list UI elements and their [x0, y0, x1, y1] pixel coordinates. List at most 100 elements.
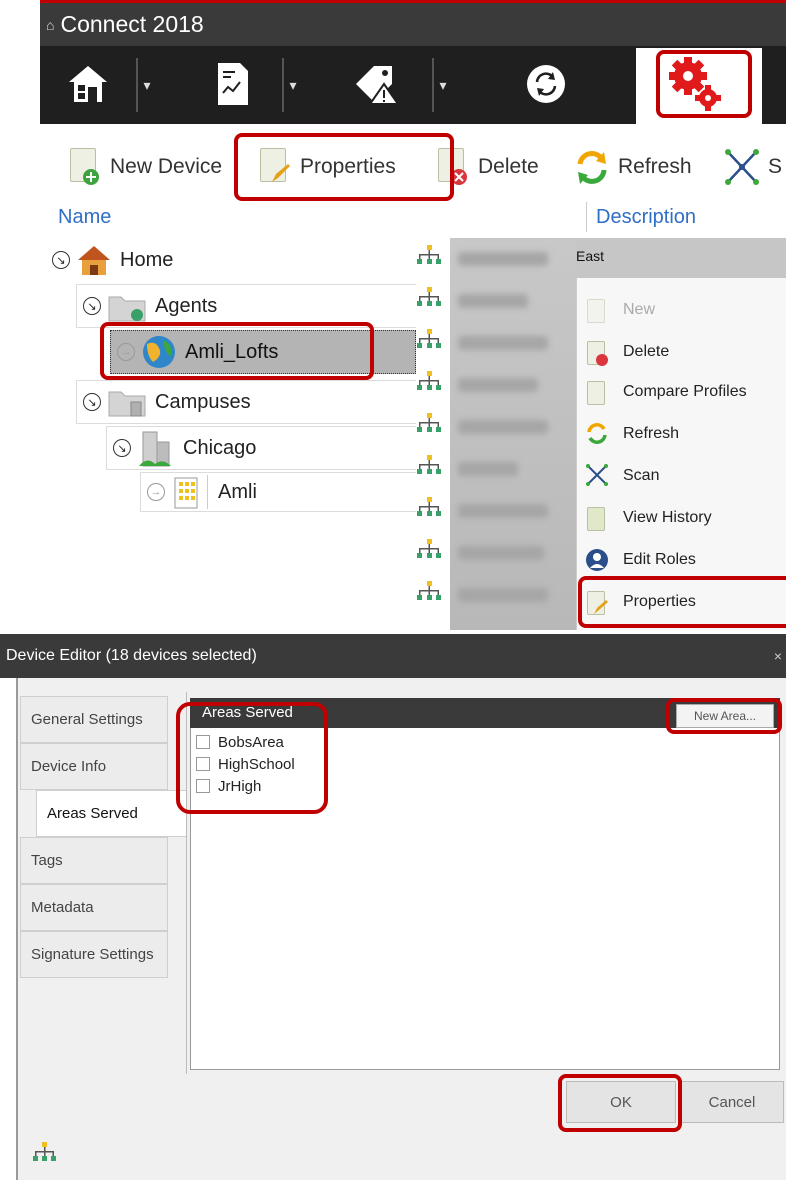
dialog-title: Device Editor (18 devices selected) — [6, 647, 257, 664]
expand-icon[interactable]: → — [147, 483, 165, 501]
home-folder-icon — [78, 246, 110, 275]
tree-node-amli[interactable]: → Amli — [140, 472, 416, 512]
close-icon[interactable]: × — [774, 648, 782, 664]
tab-tags[interactable]: Tags — [20, 837, 168, 884]
area-item-jrhigh[interactable]: JrHigh — [196, 775, 261, 797]
cancel-button[interactable]: Cancel — [680, 1081, 784, 1123]
device-management-tab[interactable] — [636, 48, 762, 124]
folder-icon — [108, 296, 146, 322]
tab-signature-settings[interactable]: Signature Settings — [20, 931, 168, 978]
new-device-button[interactable]: New Device — [66, 144, 222, 190]
description-east: East — [576, 248, 605, 264]
properties-icon — [256, 146, 292, 188]
home-icon — [69, 66, 107, 102]
tree-node-home[interactable]: ↘ Home — [46, 238, 416, 282]
device-network-icon — [417, 455, 441, 474]
collapse-icon[interactable]: ↘ — [83, 393, 101, 411]
tab-areas-served[interactable]: Areas Served — [36, 790, 186, 837]
tree-node-chicago[interactable]: ↘ Chicago — [106, 426, 416, 470]
context-menu: New Delete Compare Profiles Refresh Scan… — [576, 278, 786, 630]
expand-icon[interactable]: → — [117, 343, 135, 361]
app-logo-icon: ⌂ — [46, 16, 55, 33]
scan-button[interactable]: S — [724, 144, 782, 190]
delete-label: Delete — [478, 155, 539, 178]
description-cell: East — [576, 238, 786, 278]
area-item-highschool[interactable]: HighSchool — [196, 753, 295, 775]
device-network-icon — [417, 245, 441, 264]
tree-label-amli-lofts: Amli_Lofts — [185, 340, 279, 363]
refresh-icon — [574, 146, 610, 188]
area-item-bobsarea[interactable]: BobsArea — [196, 731, 284, 753]
menu-item-compare-profiles[interactable]: Compare Profiles — [577, 372, 786, 412]
app-title: Connect 2018 — [60, 11, 204, 37]
tab-device-info[interactable]: Device Info — [20, 743, 168, 790]
delete-icon — [434, 146, 470, 188]
sync-nav-button[interactable] — [518, 56, 574, 112]
name-column-header[interactable]: Name — [58, 206, 111, 229]
refresh-label: Refresh — [618, 155, 692, 178]
alarms-dropdown-caret[interactable]: ▾ — [432, 58, 452, 112]
scan-icon — [585, 463, 608, 489]
menu-item-delete[interactable]: Delete — [577, 332, 786, 372]
scan-label: S — [768, 155, 783, 178]
new-area-button[interactable]: New Area... — [676, 704, 774, 728]
device-name-column-blurred — [450, 238, 576, 630]
app-titlebar: ⌂ Connect 2018 — [40, 0, 786, 46]
delete-button[interactable]: Delete — [434, 144, 539, 190]
device-network-icon — [417, 329, 441, 348]
menu-item-edit-roles[interactable]: Edit Roles — [577, 540, 786, 580]
new-device-icon — [66, 146, 102, 188]
history-icon — [585, 505, 607, 531]
ok-button[interactable]: OK — [566, 1081, 676, 1123]
device-network-icon — [417, 287, 441, 306]
home-dropdown-caret[interactable]: ▾ — [136, 58, 156, 112]
gears-icon — [669, 57, 721, 111]
properties-button[interactable]: Properties — [256, 144, 396, 190]
menu-item-refresh[interactable]: Refresh — [577, 414, 786, 454]
device-network-icon — [417, 413, 441, 432]
main-navbar: ▾ ▾ ▾ — [40, 46, 786, 124]
new-device-label: New Device — [110, 155, 223, 178]
report-icon — [218, 63, 248, 105]
menu-item-view-history[interactable]: View History — [577, 498, 786, 538]
area-checkbox[interactable] — [196, 735, 210, 749]
collapse-icon[interactable]: ↘ — [113, 439, 131, 457]
tree-node-agents[interactable]: ↘ Agents — [76, 284, 416, 328]
network-icon — [33, 1142, 56, 1161]
properties-icon — [585, 589, 608, 615]
tab-metadata[interactable]: Metadata — [20, 884, 168, 931]
tree-node-campuses[interactable]: ↘ Campuses — [76, 380, 416, 424]
home-nav-button[interactable] — [60, 56, 116, 112]
collapse-icon[interactable]: ↘ — [83, 297, 101, 315]
menu-item-properties[interactable]: Properties — [577, 582, 786, 622]
roles-icon — [585, 547, 608, 573]
device-icon-column — [414, 238, 450, 630]
properties-label: Properties — [300, 155, 396, 178]
compare-icon — [585, 379, 607, 405]
tree-label-agents: Agents — [155, 294, 218, 317]
area-checkbox[interactable] — [196, 757, 210, 771]
device-network-icon — [417, 581, 441, 600]
description-column-header[interactable]: Description — [596, 206, 696, 229]
tree-label-campuses: Campuses — [155, 390, 251, 413]
device-network-icon — [417, 539, 441, 558]
sync-icon — [527, 65, 565, 103]
area-checkbox[interactable] — [196, 779, 210, 793]
device-editor-titlebar: Device Editor (18 devices selected) × — [0, 634, 786, 678]
scan-icon — [724, 146, 760, 188]
tab-general-settings[interactable]: General Settings — [20, 696, 168, 743]
new-device-icon — [585, 297, 607, 323]
menu-item-new[interactable]: New — [577, 290, 786, 330]
alarms-nav-button[interactable] — [348, 56, 404, 112]
reports-nav-button[interactable] — [204, 56, 260, 112]
device-network-icon — [417, 497, 441, 516]
column-headers: Name Description — [40, 202, 786, 234]
tree-label-home: Home — [120, 248, 174, 271]
refresh-button[interactable]: Refresh — [574, 144, 692, 190]
toolbar: New Device Properties Delete Refresh S — [40, 124, 786, 202]
collapse-icon[interactable]: ↘ — [52, 251, 70, 269]
reports-dropdown-caret[interactable]: ▾ — [282, 58, 302, 112]
menu-item-scan[interactable]: Scan — [577, 456, 786, 496]
tree-label-amli: Amli — [218, 480, 257, 503]
tree-node-amli-lofts[interactable]: → Amli_Lofts — [110, 330, 416, 374]
